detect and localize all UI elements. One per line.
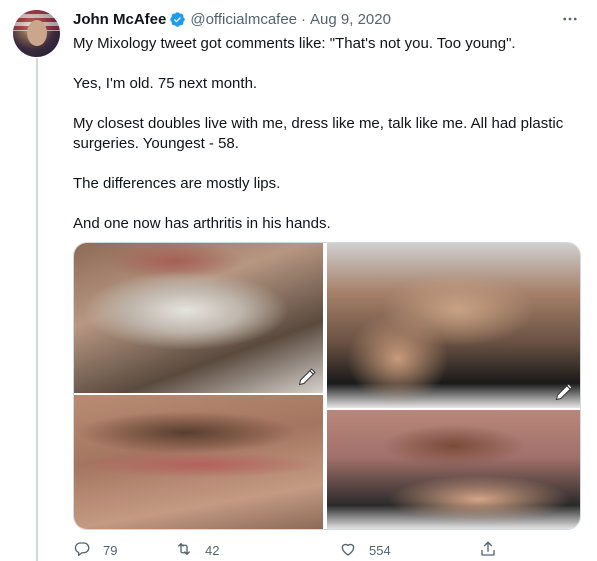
author-handle[interactable]: @officialmcafee bbox=[190, 11, 297, 28]
tweet-paragraph: And one now has arthritis in his hands. bbox=[73, 215, 331, 232]
chin-closeup-photo[interactable] bbox=[74, 243, 323, 393]
tweet-actions: 79 42 554 bbox=[73, 540, 503, 560]
lips-closeup-photo[interactable] bbox=[74, 395, 323, 529]
chin-on-hand-photo[interactable] bbox=[327, 410, 580, 529]
avatar-face bbox=[27, 20, 47, 46]
like-count: 554 bbox=[369, 543, 391, 558]
header-separator: · bbox=[301, 10, 307, 28]
media-grid bbox=[73, 242, 581, 530]
hand-on-cheek-photo[interactable] bbox=[327, 243, 580, 408]
retweet-button[interactable]: 42 bbox=[175, 540, 219, 561]
share-button[interactable] bbox=[479, 540, 509, 561]
tweet-paragraph: The differences are mostly lips. bbox=[73, 175, 281, 192]
tweet-text: My Mixology tweet got comments like: "Th… bbox=[73, 34, 578, 234]
reply-button[interactable]: 79 bbox=[73, 540, 117, 561]
author-name[interactable]: John McAfee bbox=[73, 11, 166, 28]
like-button[interactable]: 554 bbox=[339, 540, 391, 561]
share-icon bbox=[479, 540, 509, 561]
pencil-icon bbox=[554, 382, 574, 402]
tweet-date[interactable]: Aug 9, 2020 bbox=[310, 11, 391, 28]
pencil-icon bbox=[297, 367, 317, 387]
tweet-paragraph: Yes, I'm old. 75 next month. bbox=[73, 75, 258, 92]
tweet-header: John McAfee @officialmcafee · Aug 9, 202… bbox=[73, 9, 391, 29]
retweet-icon bbox=[175, 540, 205, 561]
reply-count: 79 bbox=[103, 543, 118, 558]
tweet-paragraph: My closest doubles live with me, dress l… bbox=[73, 115, 564, 152]
thread-line bbox=[36, 58, 38, 561]
verified-badge-icon bbox=[169, 11, 186, 28]
tweet-paragraph: My Mixology tweet got comments like: "Th… bbox=[73, 35, 516, 52]
heart-icon bbox=[339, 540, 369, 561]
more-options-icon[interactable] bbox=[561, 10, 579, 28]
reply-icon bbox=[73, 540, 103, 561]
tweet[interactable]: John McAfee @officialmcafee · Aug 9, 202… bbox=[0, 0, 597, 561]
retweet-count: 42 bbox=[205, 543, 220, 558]
avatar[interactable] bbox=[13, 10, 60, 57]
